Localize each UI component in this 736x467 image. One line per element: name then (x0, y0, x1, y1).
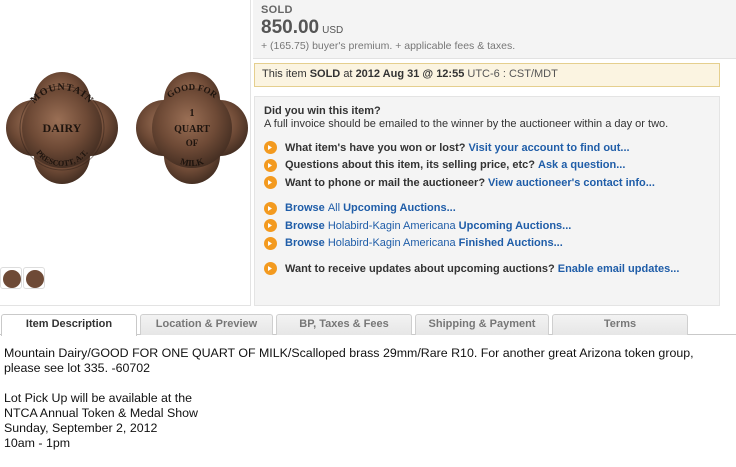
browse-upcoming-link[interactable]: Upcoming Auctions... (459, 220, 572, 232)
thumbnail-reverse[interactable] (23, 267, 45, 289)
sold-price: 850.00 (261, 17, 320, 38)
coin-reverse: GOOD FOR 1 QUART OF MILK (136, 72, 248, 184)
arrow-right-icon[interactable] (264, 201, 277, 215)
price-line: 850.00 USD (261, 17, 728, 39)
visit-account-link[interactable]: Visit your account to find out... (468, 142, 629, 154)
sold-notice-prefix: This item (262, 68, 307, 80)
svg-text:1: 1 (190, 108, 195, 119)
question-row: What item's have you won or lost? Visit … (264, 139, 710, 157)
question-text: Questions about this item, its selling p… (285, 159, 535, 172)
sold-status: SOLD (261, 4, 293, 16)
arrow-right-icon[interactable] (264, 158, 277, 172)
pickup-line: 10am - 1pm (4, 436, 71, 450)
image-thumbnails (0, 267, 45, 289)
arrow-right-icon[interactable] (264, 176, 277, 190)
browse-row[interactable]: Browse All Upcoming Auctions... (264, 200, 710, 218)
browse-scope[interactable]: Holabird-Kagin Americana (328, 220, 456, 232)
tab-item-description[interactable]: Item Description (1, 314, 137, 336)
svg-text:DAIRY: DAIRY (43, 121, 82, 135)
arrow-right-icon[interactable] (264, 219, 277, 233)
browse-label[interactable]: Browse (285, 202, 325, 214)
pickup-line: Lot Pick Up will be available at the (4, 391, 193, 405)
browse-finished-link[interactable]: Finished Auctions... (459, 237, 563, 249)
arrow-right-icon[interactable] (264, 236, 277, 250)
browse-scope[interactable]: All (328, 202, 340, 214)
enable-email-updates-link[interactable]: Enable email updates... (558, 263, 680, 275)
browse-label[interactable]: Browse (285, 220, 325, 232)
svg-text:QUART: QUART (174, 124, 210, 135)
tab-shipping-payment[interactable]: Shipping & Payment (415, 314, 549, 335)
win-title: Did you win this item? (264, 105, 381, 117)
question-text: Want to phone or mail the auctioneer? (285, 176, 486, 189)
price-box: SOLD 850.00 USD + (165.75) buyer's premiu… (253, 0, 736, 59)
win-subtitle: A full invoice should be emailed to the … (264, 118, 669, 130)
question-row: Questions about this item, its selling p… (264, 157, 710, 175)
arrow-right-icon[interactable] (264, 262, 277, 276)
sold-notice: This item SOLD at 2012 Aug 31 @ 12:55 UT… (254, 63, 720, 87)
question-row: Want to phone or mail the auctioneer? Vi… (264, 174, 710, 192)
ask-question-link[interactable]: Ask a question... (538, 159, 625, 171)
coin-photo[interactable]: MOUNTAIN DAIRY PRESCOTT, A.T. GOOD FOR 1… (0, 64, 251, 194)
pickup-line: NTCA Annual Token & Medal Show (4, 406, 199, 420)
item-tabs: Item Description Location & Preview BP, … (0, 314, 736, 336)
svg-text:OF: OF (186, 138, 199, 148)
browse-label[interactable]: Browse (285, 237, 325, 249)
sold-notice-date: 2012 Aug 31 @ 12:55 (355, 68, 465, 80)
updates-section: Want to receive updates about upcoming a… (264, 260, 710, 278)
contact-info-link[interactable]: View auctioneer's contact info... (488, 177, 655, 189)
item-description: Mountain Dairy/GOOD FOR ONE QUART OF MIL… (4, 346, 732, 451)
pickup-line: Sunday, September 2, 2012 (4, 421, 158, 435)
coin-obverse: MOUNTAIN DAIRY PRESCOTT, A.T. (6, 72, 118, 184)
updates-question: Want to receive updates about upcoming a… (285, 262, 555, 275)
tab-bp-taxes-fees[interactable]: BP, Taxes & Fees (276, 314, 412, 335)
sold-notice-at: at (343, 68, 353, 80)
sold-notice-status: SOLD (309, 68, 341, 80)
browse-links: Browse All Upcoming Auctions... Browse H… (264, 200, 710, 253)
tab-terms[interactable]: Terms (552, 314, 688, 335)
browse-row[interactable]: Browse Holabird-Kagin Americana Upcoming… (264, 217, 710, 235)
sold-notice-timezone: UTC-6 : CST/MDT (467, 68, 558, 80)
thumbnail-obverse[interactable] (0, 267, 22, 289)
question-links: What item's have you won or lost? Visit … (264, 139, 710, 192)
browse-scope[interactable]: Holabird-Kagin Americana (328, 237, 456, 249)
item-image-panel: MOUNTAIN DAIRY PRESCOTT, A.T. GOOD FOR 1… (0, 0, 251, 306)
description-main: Mountain Dairy/GOOD FOR ONE QUART OF MIL… (4, 346, 694, 375)
price-currency: USD (322, 25, 344, 36)
pickup-info: Lot Pick Up will be available at the NTC… (4, 391, 732, 451)
buyer-info-box: Did you win this item? A full invoice sh… (254, 96, 720, 306)
updates-row: Want to receive updates about upcoming a… (264, 260, 710, 278)
question-text: What item's have you won or lost? (285, 141, 466, 154)
browse-all-upcoming-link[interactable]: Upcoming Auctions... (343, 202, 456, 214)
browse-row[interactable]: Browse Holabird-Kagin Americana Finished… (264, 235, 710, 253)
arrow-right-icon[interactable] (264, 141, 277, 155)
tab-location-preview[interactable]: Location & Preview (140, 314, 273, 335)
buyers-premium-note: + (165.75) buyer's premium. + applicable… (261, 40, 516, 52)
